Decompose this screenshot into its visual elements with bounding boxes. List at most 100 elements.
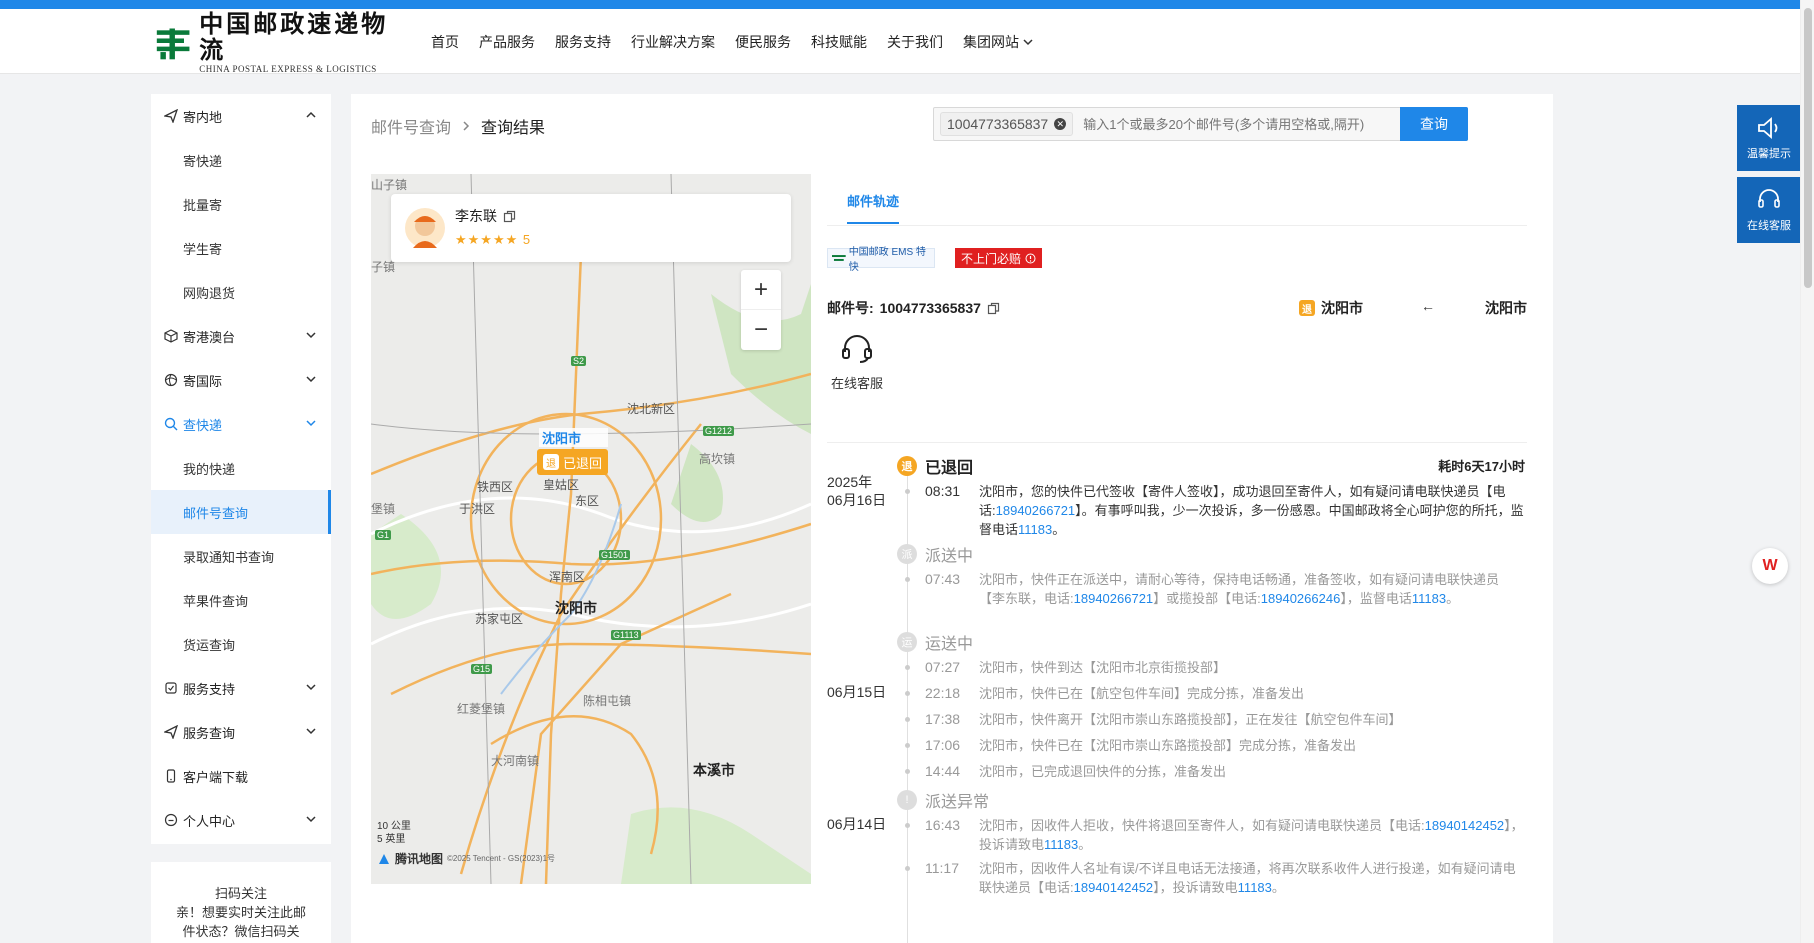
sidebar-item-track[interactable]: 查快递: [151, 402, 331, 446]
track-timeline: 耗时6天17小时 退 已退回 2025年 06月16日 08:31 沈阳市，您的…: [827, 454, 1527, 943]
nav-convenience[interactable]: 便民服务: [735, 32, 791, 52]
nav-group-site[interactable]: 集团网站: [963, 32, 1033, 52]
chevron-down-icon: [306, 684, 316, 691]
breadcrumb-parent[interactable]: 邮件号查询: [371, 114, 451, 138]
hotline-link[interactable]: 11183: [1044, 837, 1078, 852]
hotline-link[interactable]: 11183: [1412, 591, 1446, 606]
page-scrollbar[interactable]: [1800, 0, 1814, 943]
map-scale-km: 10 公里: [377, 821, 411, 832]
close-icon[interactable]: ✕: [1054, 118, 1067, 130]
zoom-in-icon[interactable]: +: [741, 270, 781, 310]
event-time: 16:43: [925, 817, 961, 833]
station-phone-link[interactable]: 18940266246: [1261, 591, 1341, 606]
hotline-link[interactable]: 11183: [1018, 522, 1052, 537]
mail-search-input[interactable]: [1073, 108, 1400, 140]
event-text: 沈阳市，因收件人名址有误/不详且电话无法接通，将再次联系收件人进行投递，如有疑问…: [979, 859, 1524, 897]
map-status-text: 已退回: [563, 455, 603, 471]
tip-label: 温馨提示: [1747, 147, 1791, 160]
event-text: 沈阳市，已完成退回快件的分拣，准备发出: [979, 764, 1227, 779]
search-button[interactable]: 查询: [1400, 107, 1468, 141]
china-post-logo-icon: [156, 28, 190, 60]
sidebar-sub-mailno-query[interactable]: 邮件号查询: [151, 490, 331, 534]
map-marker[interactable]: 沈阳市 退 已退回: [537, 428, 609, 475]
mail-number-tag[interactable]: 1004773365837 ✕: [940, 112, 1074, 136]
online-service-button[interactable]: 在线客服: [827, 334, 887, 392]
nav-about[interactable]: 关于我们: [887, 32, 943, 52]
map-scale-mi: 5 英里: [377, 834, 406, 845]
courier-name-row: 李东联: [455, 206, 516, 226]
sidebar-item-international[interactable]: 寄国际: [151, 358, 331, 402]
road-g1501: G1501: [599, 550, 631, 560]
chevron-down-icon: [306, 376, 316, 383]
courier-phone-link[interactable]: 18940142452: [1074, 880, 1154, 895]
map-label-county-hl: 红菱堡镇: [457, 702, 506, 716]
map-label-edge3: 堡镇: [371, 502, 396, 516]
courier-phone-link[interactable]: 18940266721: [996, 503, 1076, 518]
sidebar-sub-freight[interactable]: 货运查询: [151, 622, 331, 666]
timeline-point: [905, 823, 910, 828]
stage-delivering: 派 派送中: [897, 542, 973, 566]
event-text: 沈阳市，快件已在【沈阳市崇山东路揽投部】完成分拣，准备发出: [979, 738, 1357, 753]
sidebar-item-service-support[interactable]: 服务支持: [151, 666, 331, 710]
site-logo[interactable]: 中国邮政速递物流 CHINA POSTAL EXPRESS & LOGISTIC…: [155, 12, 395, 74]
map-label-district-y: 于洪区: [459, 502, 496, 516]
nav-solutions[interactable]: 行业解决方案: [631, 32, 715, 52]
hotline-link[interactable]: 11183: [1238, 880, 1272, 895]
nav-products[interactable]: 产品服务: [479, 32, 535, 52]
courier-rating: ★★★★★ 5: [455, 232, 532, 247]
sidebar-item-personal-center[interactable]: 个人中心: [151, 798, 331, 842]
copy-icon[interactable]: [503, 210, 516, 223]
guarantee-badge[interactable]: 不上门必赔: [955, 248, 1043, 268]
tip-button[interactable]: 温馨提示: [1737, 105, 1801, 171]
sidebar-item-service-query[interactable]: 服务查询: [151, 710, 331, 754]
nav-home[interactable]: 首页: [431, 32, 459, 52]
stage-label: 派送异常: [925, 794, 990, 811]
sidebar-item-send-domestic[interactable]: 寄内地: [151, 94, 331, 138]
courier-phone-link[interactable]: 18940266721: [1074, 591, 1154, 606]
copy-icon[interactable]: [987, 302, 1000, 315]
sidebar-item-hk-macau-tw[interactable]: 寄港澳台: [151, 314, 331, 358]
send-icon: [163, 108, 179, 124]
main-nav: 首页 产品服务 服务支持 行业解决方案 便民服务 科技赋能 关于我们 集团网站: [431, 9, 1053, 74]
courier-phone-link[interactable]: 18940142452: [1425, 818, 1505, 833]
transit-icon: 运: [897, 632, 917, 652]
map-brand: 腾讯地图 ©2025 Tencent - GS(2023)1号: [377, 850, 555, 867]
event-time: 07:27: [925, 659, 961, 675]
event-text: 沈阳市，快件离开【沈阳市崇山东路揽投部】，正在发往【航空包件车间】: [979, 712, 1402, 727]
nav-technology[interactable]: 科技赋能: [811, 32, 867, 52]
tab-mail-track[interactable]: 邮件轨迹: [847, 191, 900, 224]
sidebar-sub-student[interactable]: 学生寄: [151, 226, 331, 270]
user-icon: [163, 812, 179, 828]
breadcrumb-current: 查询结果: [481, 120, 546, 137]
event-text-e: 】，监督电话: [1340, 591, 1412, 606]
qr-title: 扫码关注: [214, 886, 267, 901]
sidebar-sub-batch[interactable]: 批量寄: [151, 182, 331, 226]
info-icon: [1025, 253, 1036, 263]
sidebar-sub-my-express[interactable]: 我的快递: [151, 446, 331, 490]
sidebar-sub-apple[interactable]: 苹果件查询: [151, 578, 331, 622]
map-scale: 10 公里 5 英里: [377, 820, 411, 846]
sidebar-sub-admission[interactable]: 录取通知书查询: [151, 534, 331, 578]
wps-float-icon[interactable]: W: [1752, 548, 1788, 584]
mail-number-tag-text: 1004773365837: [947, 116, 1049, 132]
tracking-map[interactable]: 山子镇 子镇 堡镇 沈北新区 高坎镇 铁西区 于洪区 皇姑区 东区 浑南区 沈阳…: [371, 174, 811, 884]
courier-name: 李东联: [455, 208, 497, 224]
online-service-float-button[interactable]: 在线客服: [1737, 177, 1801, 243]
zoom-out-icon[interactable]: −: [741, 310, 781, 350]
timeline-point: [905, 717, 910, 722]
scrollbar-thumb[interactable]: [1804, 8, 1812, 288]
map-label-county-cx: 陈相屯镇: [583, 694, 632, 708]
map-zoom-control: + −: [741, 270, 781, 350]
logo-english: CHINA POSTAL EXPRESS & LOGISTICS: [199, 64, 377, 74]
timeline-point: [905, 489, 910, 494]
online-service-float-label: 在线客服: [1747, 219, 1791, 232]
nav-support[interactable]: 服务支持: [555, 32, 611, 52]
mail-number-value: 1004773365837: [879, 300, 981, 316]
stage-exception: ! 派送异常: [897, 788, 989, 812]
sidebar-sub-express[interactable]: 寄快递: [151, 138, 331, 182]
map-label-district-n: 沈北新区: [627, 402, 676, 416]
box-icon: [163, 328, 179, 344]
route-from-city: 沈阳市: [1321, 300, 1363, 316]
sidebar-sub-return[interactable]: 网购退货: [151, 270, 331, 314]
sidebar-item-client-download[interactable]: 客户端下载: [151, 754, 331, 798]
